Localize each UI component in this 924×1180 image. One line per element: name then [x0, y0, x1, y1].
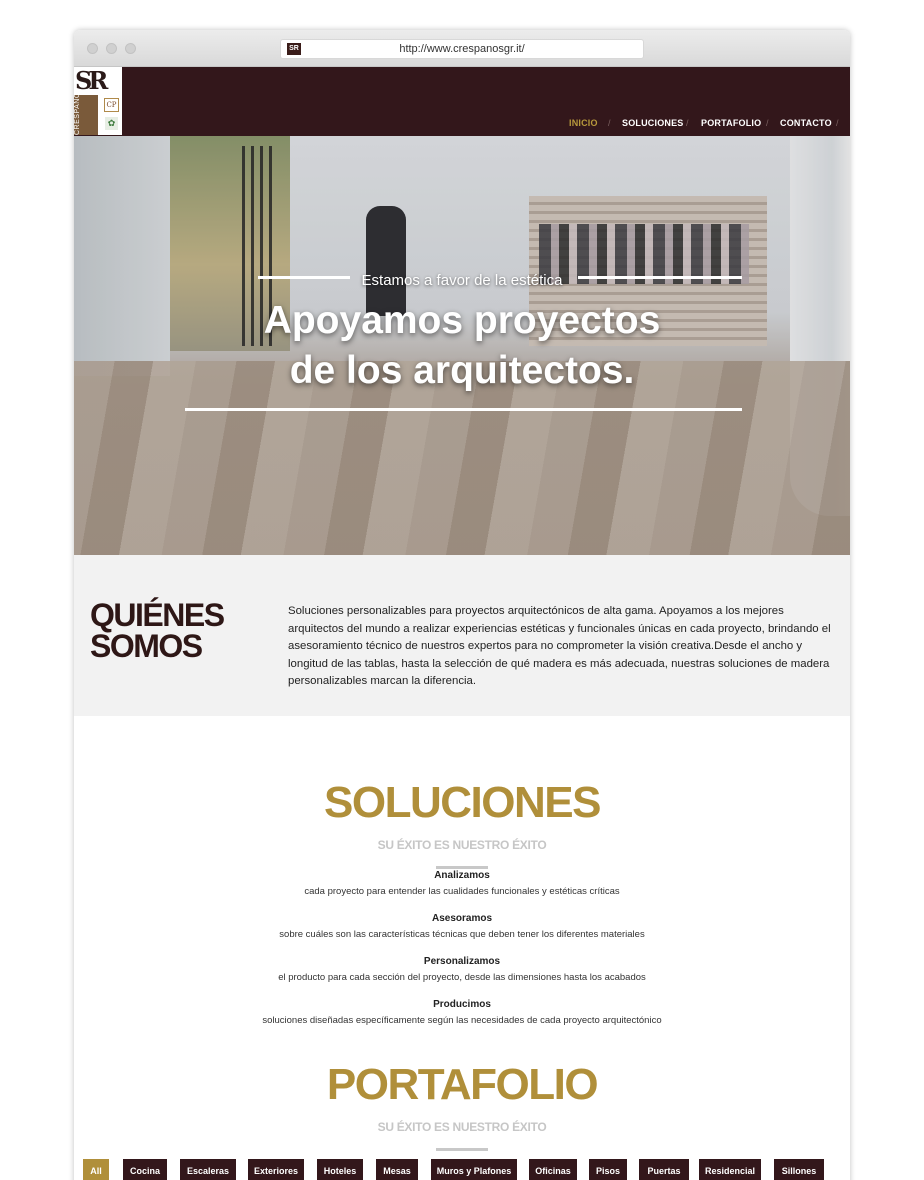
nav-separator: /	[686, 118, 689, 128]
hero-title-line: Apoyamos proyectos	[263, 299, 661, 342]
feature-description: el producto para cada sección del proyec…	[278, 972, 646, 983]
window-minimize-button[interactable]	[106, 43, 117, 54]
window-close-button[interactable]	[87, 43, 98, 54]
filter-mesas[interactable]: Mesas	[376, 1159, 418, 1180]
nav-item-contacto[interactable]: CONTACTO	[780, 118, 832, 128]
feature-title: Personalizamos	[423, 956, 501, 967]
filter-hoteles[interactable]: Hoteles	[317, 1159, 363, 1180]
feature-description: cada proyecto para entender las cualidad…	[304, 886, 620, 897]
feature-description: sobre cuáles son las características téc…	[279, 929, 645, 940]
favicon-icon: SR	[287, 43, 301, 55]
soluciones-divider	[436, 866, 488, 869]
nav-item-soluciones[interactable]: SOLUCIONES	[622, 118, 684, 128]
filter-sillones[interactable]: Sillones	[774, 1159, 824, 1180]
about-heading: QUIÉNES SOMOS	[90, 597, 280, 664]
logo-wordmark: CRESPANO	[74, 92, 98, 135]
filter-all[interactable]: All	[83, 1159, 109, 1180]
nav-separator: /	[766, 118, 769, 128]
filter-cocina[interactable]: Cocina	[123, 1159, 167, 1180]
nav-separator: /	[608, 118, 611, 128]
nav-item-portafolio[interactable]: PORTAFOLIO	[701, 118, 761, 128]
soluciones-subtitle: SU ÉXITO ES NUESTRO ÉXITO	[377, 838, 547, 852]
browser-titlebar: SR http://www.crespanosgr.it/	[74, 30, 850, 67]
filter-exteriores[interactable]: Exteriores	[248, 1159, 304, 1180]
logo-cp-badge: CP	[104, 98, 119, 112]
about-heading-line: QUIÉNES	[90, 597, 225, 633]
filter-pisos[interactable]: Pisos	[589, 1159, 627, 1180]
leaf-icon: ✿	[105, 117, 118, 130]
url-text: http://www.crespanosgr.it/	[399, 43, 525, 55]
about-heading-line: SOMOS	[90, 628, 203, 664]
hero-title: Apoyamos proyectos de los arquitectos.	[74, 296, 850, 396]
address-bar[interactable]: SR http://www.crespanosgr.it/	[280, 39, 644, 59]
filter-oficinas[interactable]: Oficinas	[529, 1159, 577, 1180]
portafolio-subtitle: SU ÉXITO ES NUESTRO ÉXITO	[377, 1120, 547, 1134]
site-logo[interactable]: SR CRESPANO CP ✿	[74, 67, 122, 135]
filter-residencial[interactable]: Residencial	[699, 1159, 761, 1180]
feature-title: Analizamos	[434, 870, 490, 881]
feature-description: soluciones diseñadas específicamente seg…	[262, 1015, 662, 1026]
feature-title: Asesoramos	[431, 913, 493, 924]
hero-title-line: de los arquitectos.	[289, 349, 635, 392]
soluciones-title: SOLUCIONES	[324, 778, 601, 827]
window-maximize-button[interactable]	[125, 43, 136, 54]
logo-monogram: SR	[75, 66, 108, 95]
nav-separator: /	[836, 118, 839, 128]
portfolio-filter-bar: All Cocina Escaleras Exteriores Hoteles …	[74, 1159, 850, 1180]
filter-puertas[interactable]: Puertas	[639, 1159, 689, 1180]
about-text: Soluciones personalizables para proyecto…	[288, 605, 831, 688]
portafolio-divider	[436, 1148, 488, 1151]
feature-title: Producimos	[433, 999, 491, 1010]
site-header: SR CRESPANO CP ✿ INICIO / SOLUCIONES / P…	[74, 67, 850, 136]
hero-banner: Estamos a favor de la estética Apoyamos …	[74, 136, 850, 555]
filter-escaleras[interactable]: Escaleras	[180, 1159, 236, 1180]
hero-subtitle: Estamos a favor de la estética	[361, 272, 563, 289]
browser-window: SR http://www.crespanosgr.it/ SR CRESPAN…	[74, 30, 850, 1180]
portafolio-title: PORTAFOLIO	[326, 1060, 599, 1109]
about-section: QUIÉNES SOMOS Soluciones personalizables…	[74, 555, 850, 716]
nav-item-inicio[interactable]: INICIO	[569, 118, 598, 128]
filter-muros-y-plafones[interactable]: Muros y Plafones	[431, 1159, 517, 1180]
hero-rule-bottom	[185, 408, 742, 411]
